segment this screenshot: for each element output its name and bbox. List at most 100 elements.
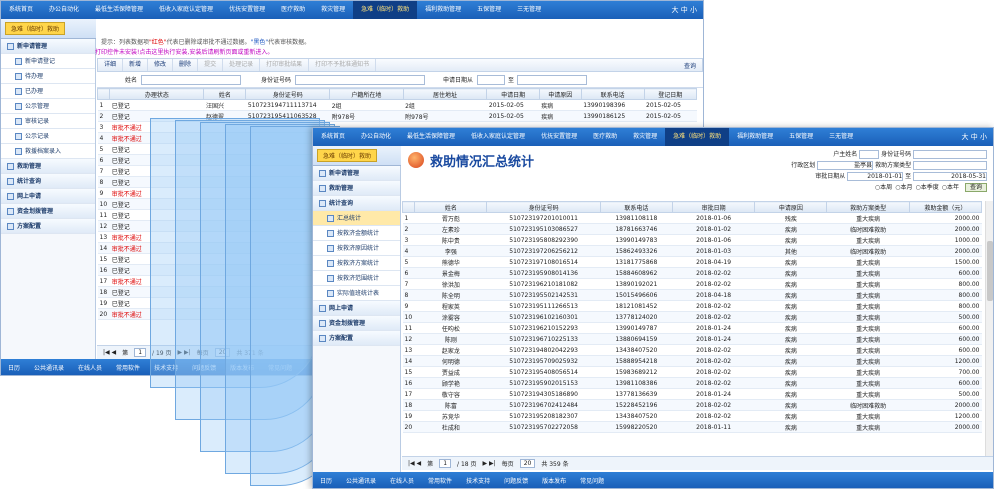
sidebar-item[interactable]: 按救济方案统计 xyxy=(313,256,400,271)
sidebar-item[interactable]: 统计查询 xyxy=(313,196,400,211)
first-page-icon[interactable]: |◀ ◀ xyxy=(103,349,116,356)
column-header[interactable] xyxy=(96,88,111,100)
nav-tab[interactable]: 最低生活保障管理 xyxy=(399,128,463,146)
table-row[interactable]: 20 杜成和 510723195702272058 15998220520 2018-0… xyxy=(402,421,982,433)
footer-item[interactable]: 日历 xyxy=(1,363,27,372)
print-warning[interactable]: 打印控件未安装!点击这里执行安装,安装后请刷新页面或重新进入。 xyxy=(91,48,703,58)
footer-item[interactable]: 日历 xyxy=(313,476,339,485)
nav-tab[interactable]: 医疗救助 xyxy=(585,128,625,146)
footer-item[interactable]: 常用软件 xyxy=(421,476,459,485)
sidebar-item[interactable]: 救助管理 xyxy=(1,159,95,174)
area-select[interactable]: 盐亭县 xyxy=(817,161,874,170)
font-size-switch[interactable]: 大 中 小 xyxy=(672,5,703,15)
date-from-input[interactable] xyxy=(477,74,506,85)
sidebar-item[interactable]: 汇总统计 xyxy=(313,211,400,226)
column-header[interactable]: 申请原因 xyxy=(538,88,582,100)
table-row[interactable]: 14 何明德 510723195709025932 15888954218 2018-0… xyxy=(402,355,982,367)
sidebar-item[interactable]: 方案配置 xyxy=(1,219,95,234)
column-header[interactable]: 审批日期 xyxy=(671,201,756,213)
idno-input[interactable] xyxy=(295,74,426,85)
footer-item[interactable]: 公共通讯录 xyxy=(339,476,383,485)
nav-tab[interactable]: 福利救助管理 xyxy=(729,128,781,146)
sidebar-item[interactable]: 按救济原因统计 xyxy=(313,241,400,256)
nav-tab[interactable]: 最低生活保障管理 xyxy=(87,1,151,19)
sidebar-item[interactable]: 网上申请 xyxy=(313,301,400,316)
column-header[interactable]: 居住地址 xyxy=(402,88,488,100)
nav-tab[interactable]: 救灾管理 xyxy=(313,1,353,19)
sidebar-item[interactable]: 网上申请 xyxy=(1,189,95,204)
sidebar-item[interactable]: 救援档案录入 xyxy=(1,144,95,159)
table-row[interactable]: 12 陈刚 510723196710225133 13880694159 2018-01… xyxy=(402,333,982,345)
table-row[interactable]: 3 陈中贵 510723195808292390 13990149783 2018-01… xyxy=(402,234,982,246)
nav-tab[interactable]: 三无管理 xyxy=(821,128,861,146)
footer-item[interactable]: 技术支持 xyxy=(459,476,497,485)
stat-query-button[interactable]: 查询 xyxy=(964,183,987,192)
nav-tab[interactable]: 办公自动化 xyxy=(41,1,87,19)
column-header[interactable]: 救助金额（元） xyxy=(908,201,983,213)
sidebar-item[interactable]: 按救济范围统计 xyxy=(313,271,400,286)
sidebar-item[interactable]: 公示管理 xyxy=(1,99,95,114)
period-option[interactable]: ○本月 xyxy=(895,184,912,191)
plan-select[interactable] xyxy=(913,161,987,170)
table-row[interactable]: 2 左素珍 510723195103086527 18781663746 2018-01… xyxy=(402,223,982,235)
toolbar-button[interactable]: 修改 xyxy=(148,59,174,71)
column-header[interactable]: 申请日期 xyxy=(486,88,540,100)
table-row[interactable]: 6 景金梅 510723195908014136 15884608962 2018-02… xyxy=(402,267,982,279)
table-row[interactable]: 9 程家英 510723195111266513 18121081452 2018-02… xyxy=(402,300,982,312)
footer-item[interactable]: 常用软件 xyxy=(109,363,147,372)
sidebar-item[interactable]: 资金划拨管理 xyxy=(313,316,400,331)
query-button[interactable]: 查询 xyxy=(684,61,702,70)
table-row[interactable]: 10 涂雾容 510723196102160301 13778124020 2018-0… xyxy=(402,311,982,323)
toolbar-button[interactable]: 新增 xyxy=(123,59,149,71)
nav-tab[interactable]: 优抚安置管理 xyxy=(533,128,585,146)
sidebar-item[interactable]: 新申请管理 xyxy=(1,39,95,54)
column-header[interactable]: 联系电话 xyxy=(599,201,673,213)
name-input[interactable] xyxy=(141,74,242,85)
hz-input[interactable] xyxy=(859,150,880,159)
table-row[interactable]: 11 任昀松 510723196210152293 13990149787 2018-0… xyxy=(402,322,982,334)
nav-tab[interactable]: 福利救助管理 xyxy=(417,1,469,19)
sidebar-item[interactable]: 统计查询 xyxy=(1,174,95,189)
toolbar-button[interactable]: 打印不予批准通知书 xyxy=(309,59,377,71)
toolbar-button[interactable]: 提交 xyxy=(198,59,224,71)
table-row[interactable]: 17 敬守容 510723194305186890 13778136639 2018-0… xyxy=(402,388,982,400)
table-row[interactable]: 8 陈全明 510723195502142531 15015496606 2018-04… xyxy=(402,289,982,301)
sidebar-item[interactable]: 按救济金额统计 xyxy=(313,226,400,241)
nav-tab[interactable]: 三无管理 xyxy=(509,1,549,19)
nav-tab[interactable]: 五保管理 xyxy=(781,128,821,146)
sidebar-item[interactable]: 救助管理 xyxy=(313,181,400,196)
table-row[interactable]: 13 赵家龙 510723194802042293 13438407520 2018-0… xyxy=(402,344,982,356)
per-page-select[interactable]: 20 xyxy=(519,459,536,468)
table-row[interactable]: 19 苏竞华 510723195208182307 13438407520 2018-0… xyxy=(402,410,982,422)
font-size-switch[interactable]: 大 中 小 xyxy=(962,132,993,142)
sidebar-item[interactable]: 新申请管理 xyxy=(313,166,400,181)
approval-from-input[interactable]: 2018-01-01 xyxy=(847,172,904,181)
sidebar-item[interactable]: 资金划拨管理 xyxy=(1,204,95,219)
page-input[interactable]: 1 xyxy=(134,348,147,357)
sidebar-item[interactable]: 新申请登记 xyxy=(1,54,95,69)
nav-tab[interactable]: 医疗救助 xyxy=(273,1,313,19)
column-header[interactable]: 户籍所在地 xyxy=(329,88,404,100)
nav-tab[interactable]: 办公自动化 xyxy=(353,128,399,146)
toolbar-button[interactable]: 删除 xyxy=(173,59,199,71)
footer-item[interactable]: 在线人员 xyxy=(383,476,421,485)
footer-item[interactable]: 版本发布 xyxy=(535,476,573,485)
sidebar-item[interactable]: 方案配置 xyxy=(313,331,400,346)
toolbar-button[interactable]: 处理记录 xyxy=(223,59,261,71)
column-header[interactable]: 联系电话 xyxy=(580,88,645,100)
table-row[interactable]: 5 熊德华 510723197108016514 13181775868 2018-04… xyxy=(402,256,982,268)
footer-item[interactable]: 常见问题 xyxy=(573,476,611,485)
column-header[interactable] xyxy=(401,201,416,213)
page-input[interactable]: 1 xyxy=(439,459,452,468)
table-row[interactable]: 16 顾学艳 510723195902015153 13981108386 2018-0… xyxy=(402,377,982,389)
nav-tab[interactable]: 低收入家庭认定管理 xyxy=(463,128,533,146)
column-header[interactable]: 姓名 xyxy=(414,201,488,213)
next-page-icon[interactable]: ▶ ▶| xyxy=(483,460,496,467)
table-row[interactable]: 15 贾益成 510723195408056514 15983689212 2018-0… xyxy=(402,366,982,378)
date-to-input[interactable] xyxy=(517,74,588,85)
scrollbar[interactable] xyxy=(985,201,993,461)
column-header[interactable]: 身份证号码 xyxy=(245,88,331,100)
sidebar-item[interactable]: 公示记录 xyxy=(1,129,95,144)
sidebar-item[interactable]: 实际值班统计表 xyxy=(313,286,400,301)
nav-tab[interactable]: 优抚安置管理 xyxy=(221,1,273,19)
